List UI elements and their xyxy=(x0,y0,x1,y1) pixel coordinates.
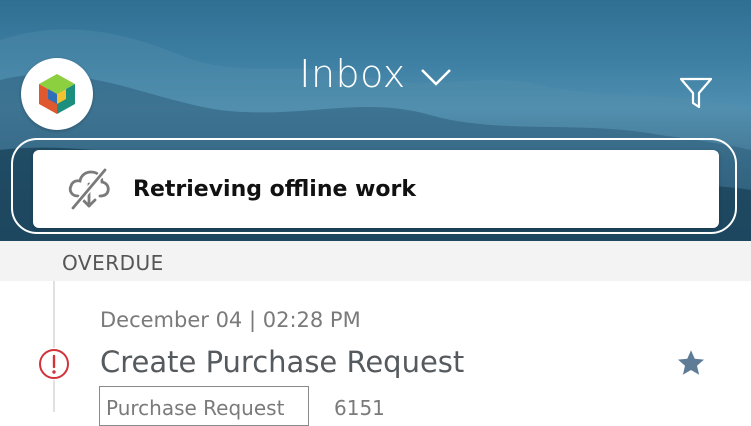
task-id: 6151 xyxy=(334,396,385,420)
task-type-label: Purchase Request xyxy=(106,396,285,420)
offline-status-banner: Retrieving offline work xyxy=(33,150,719,228)
banner-text: Retrieving offline work xyxy=(133,177,417,202)
page-title[interactable]: Inbox xyxy=(299,52,405,96)
timeline-line xyxy=(53,281,55,412)
alert-circle-icon xyxy=(38,348,70,380)
filter-icon[interactable] xyxy=(678,76,714,110)
task-title[interactable]: Create Purchase Request xyxy=(100,345,464,379)
chevron-down-icon[interactable] xyxy=(420,67,452,87)
task-date: December 04 | 02:28 PM xyxy=(100,308,361,332)
title-area: Inbox xyxy=(0,52,751,96)
section-header: OVERDUE xyxy=(0,241,751,281)
star-icon[interactable] xyxy=(676,348,706,378)
cloud-offline-icon xyxy=(68,168,110,210)
section-label: OVERDUE xyxy=(62,251,164,275)
task-type-tag: Purchase Request xyxy=(99,386,309,426)
